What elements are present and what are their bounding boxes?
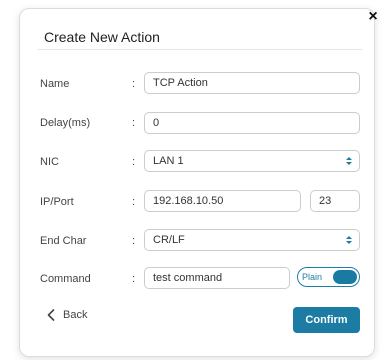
confirm-button[interactable]: Confirm bbox=[293, 307, 360, 333]
nic-select-value: LAN 1 bbox=[153, 155, 184, 167]
nic-separator: : bbox=[132, 156, 136, 168]
delay-separator: : bbox=[132, 117, 136, 129]
nic-select[interactable]: LAN 1 bbox=[144, 150, 360, 172]
name-separator: : bbox=[132, 78, 136, 90]
chevron-left-icon bbox=[47, 309, 55, 321]
plain-toggle[interactable]: Plain bbox=[297, 267, 360, 287]
dialog-title: Create New Action bbox=[44, 29, 160, 45]
ip-input[interactable]: 192.168.10.50 bbox=[144, 190, 301, 212]
command-separator: : bbox=[132, 273, 136, 285]
select-arrows-icon bbox=[346, 157, 352, 165]
endchar-select[interactable]: CR/LF bbox=[144, 229, 360, 251]
back-button[interactable]: Back bbox=[47, 309, 87, 321]
endchar-label: End Char bbox=[40, 235, 87, 247]
delay-input[interactable]: 0 bbox=[144, 112, 360, 134]
command-label: Command bbox=[40, 273, 91, 285]
port-input[interactable]: 23 bbox=[310, 190, 360, 212]
command-input[interactable]: test command bbox=[144, 267, 290, 289]
create-action-dialog bbox=[19, 8, 375, 357]
delay-label: Delay(ms) bbox=[40, 117, 91, 129]
endchar-separator: : bbox=[132, 235, 136, 247]
back-label: Back bbox=[63, 309, 88, 321]
endchar-select-value: CR/LF bbox=[153, 234, 185, 246]
plain-toggle-label: Plain bbox=[302, 272, 323, 282]
name-label: Name bbox=[40, 78, 70, 90]
ipport-separator: : bbox=[132, 196, 136, 208]
name-input[interactable]: TCP Action bbox=[144, 72, 360, 94]
select-arrows-icon bbox=[346, 236, 352, 244]
title-divider bbox=[38, 49, 362, 50]
toggle-knob bbox=[333, 270, 357, 284]
ipport-label: IP/Port bbox=[40, 196, 74, 208]
close-icon[interactable]: × bbox=[366, 9, 380, 25]
nic-label: NIC bbox=[40, 156, 59, 168]
